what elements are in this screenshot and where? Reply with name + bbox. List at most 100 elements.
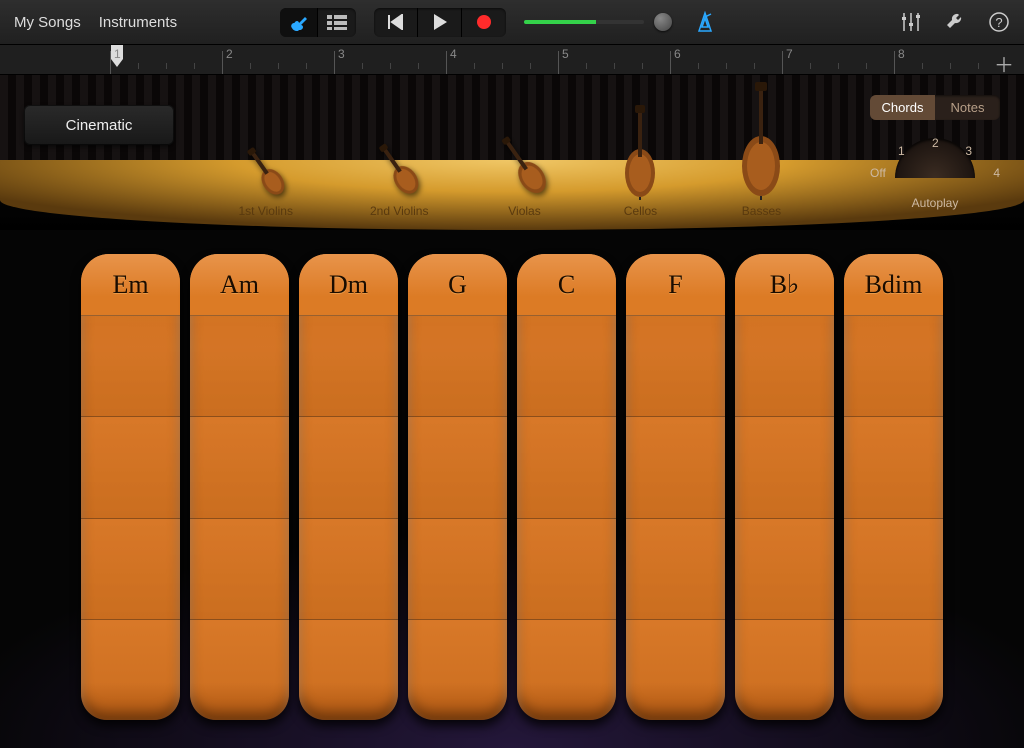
- play-icon: [432, 13, 448, 31]
- play-button[interactable]: [418, 8, 462, 37]
- chord-strip[interactable]: C: [517, 254, 616, 720]
- chord-label[interactable]: Em: [81, 254, 180, 316]
- section-label: 2nd Violins: [370, 204, 429, 218]
- chord-label[interactable]: C: [517, 254, 616, 316]
- chord-pad[interactable]: [299, 417, 398, 518]
- violin-icon: [368, 136, 430, 205]
- preset-name: Cinematic: [66, 117, 133, 134]
- stage-controls: Chords Notes Off 1 2 3 4 Autoplay: [860, 95, 1010, 208]
- dial-label: 2: [932, 136, 939, 150]
- section-1st-violins[interactable]: 1st Violins: [239, 144, 293, 218]
- bass-icon: [737, 82, 785, 200]
- dial-label: 3: [965, 144, 972, 158]
- chord-pad[interactable]: [190, 316, 289, 417]
- chord-pad[interactable]: [299, 620, 398, 720]
- chord-pad[interactable]: [408, 519, 507, 620]
- chord-pad[interactable]: [299, 519, 398, 620]
- bar-number: 3: [338, 47, 345, 61]
- chord-pad[interactable]: [626, 316, 725, 417]
- chord-pad[interactable]: [626, 519, 725, 620]
- chord-label[interactable]: Dm: [299, 254, 398, 316]
- chords-notes-segmented: Chords Notes: [870, 95, 1000, 120]
- section-2nd-violins[interactable]: 2nd Violins: [370, 140, 429, 218]
- cello-icon: [620, 105, 660, 200]
- chord-pad[interactable]: [844, 316, 943, 417]
- metronome-icon[interactable]: [694, 11, 716, 33]
- notes-mode-button[interactable]: Notes: [935, 95, 1000, 120]
- instrument-stage: Cinematic 1st Violins 2nd Violins Violas…: [0, 75, 1024, 230]
- chord-strip[interactable]: G: [408, 254, 507, 720]
- section-basses[interactable]: Basses: [737, 82, 785, 218]
- section-violas[interactable]: Violas: [505, 132, 543, 218]
- chord-pad[interactable]: [735, 519, 834, 620]
- chord-pad[interactable]: [844, 620, 943, 720]
- transport-segmented: [374, 8, 506, 37]
- chord-pad[interactable]: [626, 620, 725, 720]
- master-volume-knob[interactable]: [654, 13, 672, 31]
- my-songs-link[interactable]: My Songs: [14, 14, 81, 31]
- autoplay-label: Autoplay: [870, 196, 1000, 210]
- bar-number: 6: [674, 47, 681, 61]
- tracks-view-button[interactable]: [318, 8, 356, 37]
- bar-number: 2: [226, 47, 233, 61]
- chord-pad[interactable]: [517, 417, 616, 518]
- wrench-icon[interactable]: [944, 11, 966, 33]
- instrument-view-button[interactable]: [280, 8, 318, 37]
- chord-pad[interactable]: [844, 519, 943, 620]
- bar-number: 8: [898, 47, 905, 61]
- chord-strip[interactable]: Em: [81, 254, 180, 720]
- viola-icon: [489, 127, 559, 204]
- chord-pad[interactable]: [299, 316, 398, 417]
- chord-label[interactable]: F: [626, 254, 725, 316]
- chord-label[interactable]: B♭: [735, 254, 834, 316]
- chord-pad[interactable]: [735, 417, 834, 518]
- chord-pad[interactable]: [735, 620, 834, 720]
- chord-strip[interactable]: Dm: [299, 254, 398, 720]
- bar-number: 4: [450, 47, 457, 61]
- violin-icon: [237, 140, 295, 204]
- instrument-sections: 1st Violins 2nd Violins Violas Cellos Ba…: [200, 95, 824, 218]
- chord-pad[interactable]: [517, 316, 616, 417]
- chord-pad[interactable]: [81, 417, 180, 518]
- mixer-icon[interactable]: [900, 12, 922, 32]
- preset-selector[interactable]: Cinematic: [24, 105, 174, 145]
- chord-label[interactable]: Am: [190, 254, 289, 316]
- chord-pad[interactable]: [844, 417, 943, 518]
- chord-strips: Em Am Dm G C F B♭ Bdim: [0, 230, 1024, 748]
- chord-pad[interactable]: [190, 519, 289, 620]
- chord-pad[interactable]: [81, 519, 180, 620]
- chord-strip[interactable]: F: [626, 254, 725, 720]
- chord-pad[interactable]: [735, 316, 834, 417]
- chord-strip[interactable]: Am: [190, 254, 289, 720]
- chord-pad[interactable]: [190, 417, 289, 518]
- chord-pad[interactable]: [626, 417, 725, 518]
- bar-number: 1: [114, 47, 121, 61]
- timeline-ruler[interactable]: 1 2 3 4 5 6 7 8 ＋: [0, 45, 1024, 75]
- chord-strip[interactable]: B♭: [735, 254, 834, 720]
- master-volume-slider[interactable]: [524, 20, 644, 24]
- view-segmented: [280, 8, 356, 37]
- chord-pad[interactable]: [408, 620, 507, 720]
- add-section-button[interactable]: ＋: [994, 49, 1014, 78]
- instruments-link[interactable]: Instruments: [99, 14, 177, 31]
- autoplay-dial[interactable]: Off 1 2 3 4 Autoplay: [870, 138, 1000, 208]
- rewind-button[interactable]: [374, 8, 418, 37]
- chord-pad[interactable]: [517, 519, 616, 620]
- bar-number: 7: [786, 47, 793, 61]
- help-icon[interactable]: ?: [988, 11, 1010, 33]
- chord-pad[interactable]: [81, 316, 180, 417]
- section-label: Cellos: [624, 204, 657, 218]
- section-label: Violas: [508, 204, 540, 218]
- chord-label[interactable]: G: [408, 254, 507, 316]
- chord-pad[interactable]: [517, 620, 616, 720]
- chord-pad[interactable]: [190, 620, 289, 720]
- record-button[interactable]: [462, 8, 506, 37]
- tracks-icon: [327, 14, 347, 30]
- chord-pad[interactable]: [408, 417, 507, 518]
- section-cellos[interactable]: Cellos: [620, 105, 660, 218]
- chords-mode-button[interactable]: Chords: [870, 95, 935, 120]
- chord-pad[interactable]: [81, 620, 180, 720]
- chord-strip[interactable]: Bdim: [844, 254, 943, 720]
- chord-label[interactable]: Bdim: [844, 254, 943, 316]
- chord-pad[interactable]: [408, 316, 507, 417]
